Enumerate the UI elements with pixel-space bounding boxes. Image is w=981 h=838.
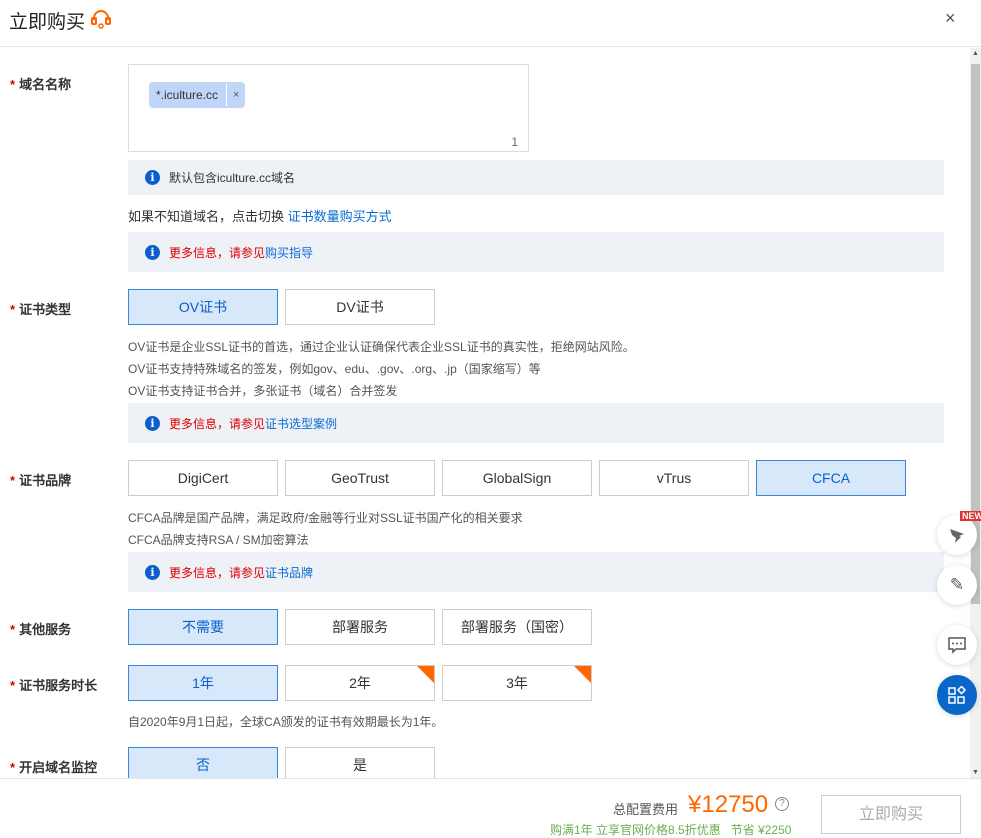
duration-label: * 证书服务时长 [10, 678, 98, 693]
service-label: * 其他服务 [10, 622, 72, 637]
footer: 总配置费用 ¥12750 ? 购满1年 立享官网价格8.5折优惠 节省 ¥225… [0, 778, 981, 837]
monitor-label: * 开启域名监控 [10, 760, 98, 775]
service-deploy[interactable]: 部署服务 [285, 609, 435, 645]
brand-geotrust[interactable]: GeoTrust [285, 460, 435, 496]
apps-button[interactable] [937, 675, 977, 715]
dingtalk-button[interactable] [937, 515, 977, 555]
discount-badge: 折 [570, 666, 591, 685]
brand-label: * 证书品牌 [10, 473, 72, 488]
cert-type-desc: OV证书支持特殊域名的签发，例如gov、edu、.gov、.org、.jp（国家… [128, 362, 541, 376]
option-dv[interactable]: DV证书 [285, 289, 435, 325]
headset-icon[interactable] [90, 9, 112, 29]
purchase-guide-link[interactable]: 购买指导 [265, 244, 313, 261]
total-label: 总配置费用 [613, 802, 679, 817]
close-button[interactable]: × [945, 8, 956, 29]
domain-count: 1 [511, 135, 518, 149]
monitor-no[interactable]: 否 [128, 747, 278, 778]
brand-digicert[interactable]: DigiCert [128, 460, 278, 496]
cert-type-desc: OV证书支持证书合并，多张证书（域名）合并签发 [128, 384, 398, 398]
total-price: ¥12750 [688, 791, 769, 818]
brand-link[interactable]: 证书品牌 [265, 564, 313, 581]
buy-now-button[interactable]: 立即购买 [821, 795, 961, 834]
scroll-up-icon[interactable]: ▲ [972, 50, 979, 57]
service-none[interactable]: 不需要 [128, 609, 278, 645]
domain-tag: *.iculture.cc × [149, 82, 246, 108]
brand-desc: CFCA品牌是国产品牌，满足政府/金融等行业对SSL证书国产化的相关要求 [128, 511, 523, 525]
cert-type-desc: OV证书是企业SSL证书的首选，通过企业认证确保代表企业SSL证书的真实性，拒绝… [128, 340, 635, 354]
domain-input[interactable]: *.iculture.cc × 1 [128, 64, 529, 152]
duration-note: 自2020年9月1日起，全球CA颁发的证书有效期最长为1年。 [128, 715, 444, 729]
form-body: * 域名名称 *.iculture.cc × 1 i 默认包含iculture.cc域… [0, 48, 970, 778]
chat-icon [948, 636, 966, 654]
duration-2y[interactable]: 2年折 [285, 665, 435, 701]
info-icon: i [145, 415, 160, 431]
dialog-title: 立即购买 [9, 12, 86, 33]
brand-more-info: i 更多信息，请参见 证书品牌 [128, 552, 944, 592]
dingtalk-icon [950, 529, 964, 543]
remove-tag-button[interactable]: × [226, 84, 245, 106]
discount-badge: 折 [413, 666, 434, 685]
scroll-down-icon[interactable]: ▼ [972, 769, 979, 776]
domain-info: i 默认包含iculture.cc域名 [128, 160, 944, 195]
cert-type-label: * 证书类型 [10, 302, 72, 317]
info-icon: i [145, 170, 160, 185]
switch-mode-link[interactable]: 证书数量购买方式 [288, 209, 392, 224]
brand-cfca[interactable]: CFCA [756, 460, 906, 496]
apps-icon [948, 686, 966, 704]
switch-hint: 如果不知道域名，点击切换 证书数量购买方式 [128, 209, 392, 224]
brand-desc: CFCA品牌支持RSA / SM加密算法 [128, 533, 309, 547]
domain-more-info: i 更多信息，请参见 购买指导 [128, 232, 944, 272]
brand-globalsign[interactable]: GlobalSign [442, 460, 592, 496]
duration-3y[interactable]: 3年折 [442, 665, 592, 701]
scrollbar[interactable]: ▲ ▼ [970, 48, 981, 778]
domain-label: * 域名名称 [10, 77, 72, 92]
info-icon: i [145, 564, 160, 580]
dialog-header: 立即购买 × [0, 0, 981, 47]
cert-case-link[interactable]: 证书选型案例 [265, 415, 337, 432]
new-badge: NEW [960, 511, 981, 521]
option-ov[interactable]: OV证书 [128, 289, 278, 325]
chat-button[interactable] [937, 625, 977, 665]
cert-type-more-info: i 更多信息，请参见 证书选型案例 [128, 403, 944, 443]
feedback-button[interactable]: ✎ [937, 565, 977, 605]
edit-icon: ✎ [949, 575, 965, 594]
service-deploy-sm[interactable]: 部署服务（国密） [442, 609, 592, 645]
info-icon: i [145, 244, 160, 260]
brand-vtrus[interactable]: vTrus [599, 460, 749, 496]
help-icon[interactable]: ? [775, 797, 789, 811]
duration-1y[interactable]: 1年 [128, 665, 278, 701]
monitor-yes[interactable]: 是 [285, 747, 435, 778]
promo-text: 购满1年 立享官网价格8.5折优惠 节省 ¥2250 [550, 823, 792, 837]
